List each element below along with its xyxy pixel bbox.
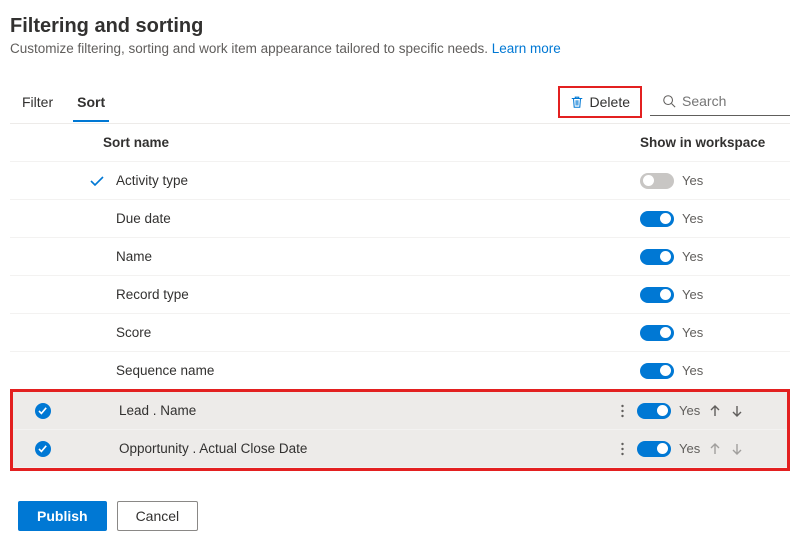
tabs: Filter Sort (10, 82, 109, 122)
more-icon[interactable] (607, 442, 637, 456)
row-selected-indicator[interactable] (35, 403, 51, 419)
table-row[interactable]: Activity type Yes (10, 162, 790, 200)
arrow-down-icon[interactable] (731, 405, 743, 417)
row-name: Record type (116, 287, 189, 302)
arrow-up-icon[interactable] (709, 443, 721, 455)
publish-button[interactable]: Publish (18, 501, 107, 531)
arrow-down-icon[interactable] (731, 443, 743, 455)
trash-icon (570, 95, 584, 109)
page-title: Filtering and sorting (10, 15, 790, 38)
subtitle-text: Customize filtering, sorting and work it… (10, 41, 492, 56)
cancel-button[interactable]: Cancel (117, 501, 199, 531)
search-input[interactable] (682, 93, 782, 109)
toggle-label: Yes (682, 325, 704, 340)
row-name: Sequence name (116, 363, 214, 378)
table-row[interactable]: Lead . Name Yes (13, 392, 787, 430)
toggle-label: Yes (682, 363, 704, 378)
row-selected-indicator[interactable] (35, 441, 51, 457)
toggle-label: Yes (679, 441, 701, 456)
row-name: Name (116, 249, 152, 264)
toggle-label: Yes (682, 173, 704, 188)
toolbar: Filter Sort Delete (10, 80, 790, 124)
col-header-name[interactable]: Sort name (70, 135, 610, 150)
sort-table: Sort name Show in workspace Activity typ… (10, 124, 790, 471)
row-name: Score (116, 325, 151, 340)
row-name: Opportunity . Actual Close Date (119, 441, 307, 456)
more-icon[interactable] (607, 404, 637, 418)
table-row[interactable]: Due date Yes (10, 200, 790, 238)
page-subtitle: Customize filtering, sorting and work it… (10, 41, 790, 56)
toggle-label: Yes (682, 211, 704, 226)
table-row[interactable]: Record type Yes (10, 276, 790, 314)
toggle-label: Yes (679, 403, 701, 418)
arrow-up-icon[interactable] (709, 405, 721, 417)
toggle-label: Yes (682, 249, 704, 264)
toggle-switch[interactable] (640, 287, 674, 303)
toggle-switch[interactable] (637, 403, 671, 419)
toggle-switch[interactable] (640, 211, 674, 227)
table-row[interactable]: Score Yes (10, 314, 790, 352)
search-icon (662, 94, 676, 108)
tab-sort[interactable]: Sort (73, 82, 109, 122)
table-row[interactable]: Opportunity . Actual Close Date Yes (13, 430, 787, 468)
tab-filter[interactable]: Filter (18, 82, 57, 122)
toggle-label: Yes (682, 287, 704, 302)
learn-more-link[interactable]: Learn more (492, 41, 561, 56)
table-row[interactable]: Name Yes (10, 238, 790, 276)
row-name: Activity type (116, 173, 188, 188)
delete-label: Delete (590, 94, 630, 110)
row-name: Due date (116, 211, 171, 226)
search-box[interactable] (650, 87, 790, 116)
table-row[interactable]: Sequence name Yes (10, 352, 790, 390)
footer: Publish Cancel (18, 501, 790, 531)
row-name: Lead . Name (119, 403, 196, 418)
selection-highlight: Lead . Name Yes Opportunity . Actual Clo… (10, 389, 790, 471)
toggle-switch[interactable] (640, 173, 674, 189)
col-header-show[interactable]: Show in workspace (640, 135, 790, 150)
toggle-switch[interactable] (640, 249, 674, 265)
toggle-switch[interactable] (640, 325, 674, 341)
toggle-switch[interactable] (637, 441, 671, 457)
toggle-switch[interactable] (640, 363, 674, 379)
checkmark-icon (90, 176, 104, 186)
table-header: Sort name Show in workspace (10, 124, 790, 162)
delete-button[interactable]: Delete (558, 86, 642, 118)
